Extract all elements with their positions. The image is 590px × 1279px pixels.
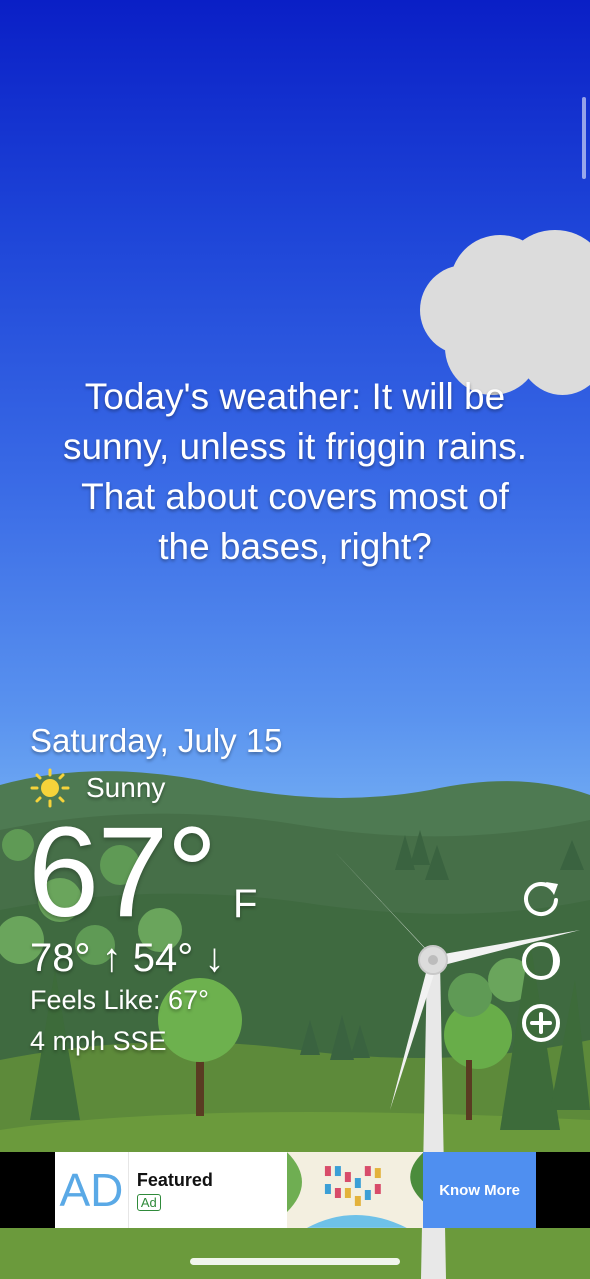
forecast-date: Saturday, July 15 <box>30 722 283 759</box>
weather-app: Today's weather: It will be sunny, unles… <box>0 0 590 1279</box>
quote-line: Today's weather: It will be <box>84 376 506 417</box>
moon-phase-icon[interactable] <box>520 940 562 982</box>
temperature-unit: F <box>233 882 258 926</box>
current-temperature: 67° <box>28 801 218 944</box>
know-more-button[interactable]: Know More <box>423 1152 536 1228</box>
quote-line: sunny, unless it friggin rains. <box>62 426 528 467</box>
home-indicator[interactable] <box>190 1258 400 1265</box>
quote-line: That about covers most of <box>81 476 509 517</box>
ad-banner[interactable]: AD Featured Ad Know More <box>55 1152 536 1228</box>
ad-image[interactable] <box>286 1152 424 1228</box>
ad-title: Featured <box>136 1170 213 1190</box>
refresh-icon[interactable] <box>520 876 562 918</box>
ad-text: Featured Ad <box>129 1152 287 1228</box>
ad-banner-bar: AD Featured Ad Know More <box>0 1152 590 1228</box>
add-circle-icon[interactable] <box>520 1002 562 1044</box>
scroll-indicator[interactable] <box>582 97 586 179</box>
ad-logo: AD <box>55 1152 129 1228</box>
ad-badge: Ad <box>136 1194 161 1211</box>
high-low-temperature: 78° ↑ 54° ↓ <box>30 936 225 980</box>
wind-speed: 4 mph SSE <box>30 1026 167 1056</box>
weather-quote: Today's weather: It will be sunny, unles… <box>20 372 570 572</box>
condition-label: Sunny <box>86 772 166 803</box>
feels-like: Feels Like: 67° <box>30 985 209 1015</box>
quote-line: the bases, right? <box>158 526 432 567</box>
